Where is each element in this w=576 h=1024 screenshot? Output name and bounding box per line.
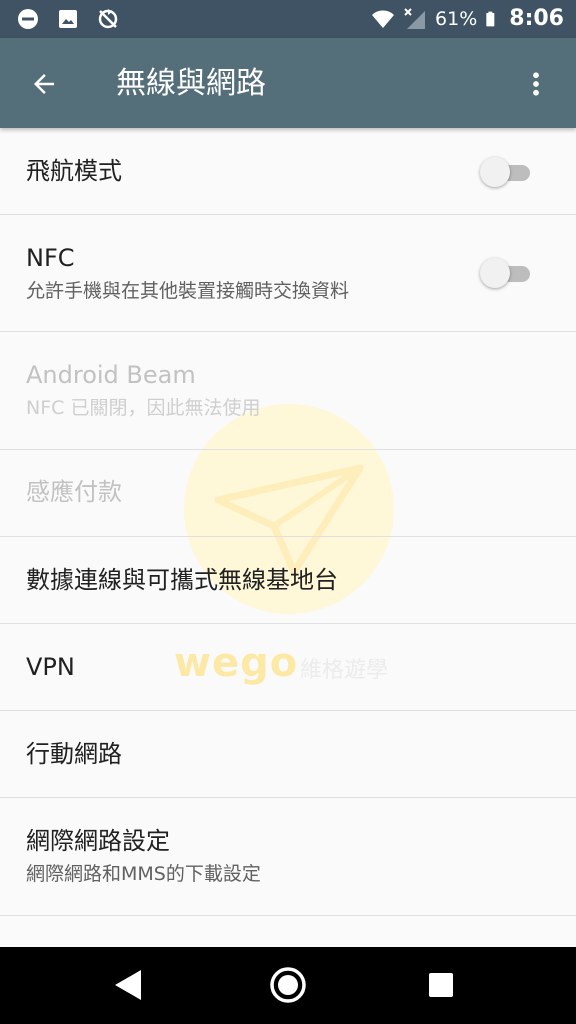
image-icon [59,10,77,28]
setting-tethering-hotspot[interactable]: 數據連線與可攜式無線基地台 [0,537,576,624]
page-title: 無線與網路 [116,66,266,101]
wifi-icon [372,10,395,28]
status-right-icons: 61% 8:06 [371,6,564,32]
do-not-disturb-icon [18,9,38,29]
more-options-button[interactable] [512,60,560,108]
status-bar: 61% 8:06 [0,0,576,38]
setting-internet-settings[interactable]: 網際網路設定 網際網路和MMS的下載設定 [0,798,576,916]
status-left-icons [16,7,120,31]
back-triangle-icon [115,970,141,1000]
more-vert-icon [533,72,539,96]
signal-no-service-icon [404,8,426,29]
setting-title: 行動網路 [26,740,122,768]
setting-vpn[interactable]: VPN [0,624,576,711]
setting-summary: 允許手機與在其他裝置接觸時交換資料 [26,280,350,302]
setting-mobile-network[interactable]: 行動網路 [0,711,576,798]
setting-title: VPN [26,653,75,681]
app-bar: 無線與網路 [0,38,576,128]
nfc-switch[interactable] [480,258,532,288]
setting-airplane-mode[interactable]: 飛航模式 [0,128,576,215]
setting-title: Android Beam [26,361,196,389]
arrow-back-icon [34,74,54,94]
settings-list: 飛航模式 NFC 允許手機與在其他裝置接觸時交換資料 Android Beam … [0,128,576,916]
nav-back-button[interactable] [98,955,158,1015]
setting-summary: 網際網路和MMS的下載設定 [26,863,261,885]
setting-title: 網際網路設定 [26,827,170,855]
setting-nfc[interactable]: NFC 允許手機與在其他裝置接觸時交換資料 [0,215,576,332]
home-circle-icon [270,967,306,1003]
recents-square-icon [429,973,453,997]
battery-icon [486,11,495,27]
setting-tap-and-pay: 感應付款 [0,450,576,537]
nav-home-button[interactable] [258,955,318,1015]
setting-title: 飛航模式 [26,157,122,185]
setting-summary: NFC 已關閉，因此無法使用 [26,397,261,419]
setting-android-beam: Android Beam NFC 已關閉，因此無法使用 [0,332,576,450]
nav-recents-button[interactable] [411,955,471,1015]
airplane-mode-switch[interactable] [480,157,532,187]
setting-title: NFC [26,244,75,272]
navigation-bar [0,947,576,1024]
switch-thumb [480,258,510,288]
setting-title: 數據連線與可攜式無線基地台 [26,566,338,594]
no-sync-icon [98,9,118,29]
switch-thumb [480,157,510,187]
back-button[interactable] [20,60,68,108]
battery-percent: 61% [435,8,478,30]
clock: 8:06 [509,6,564,31]
setting-title: 感應付款 [26,478,122,506]
